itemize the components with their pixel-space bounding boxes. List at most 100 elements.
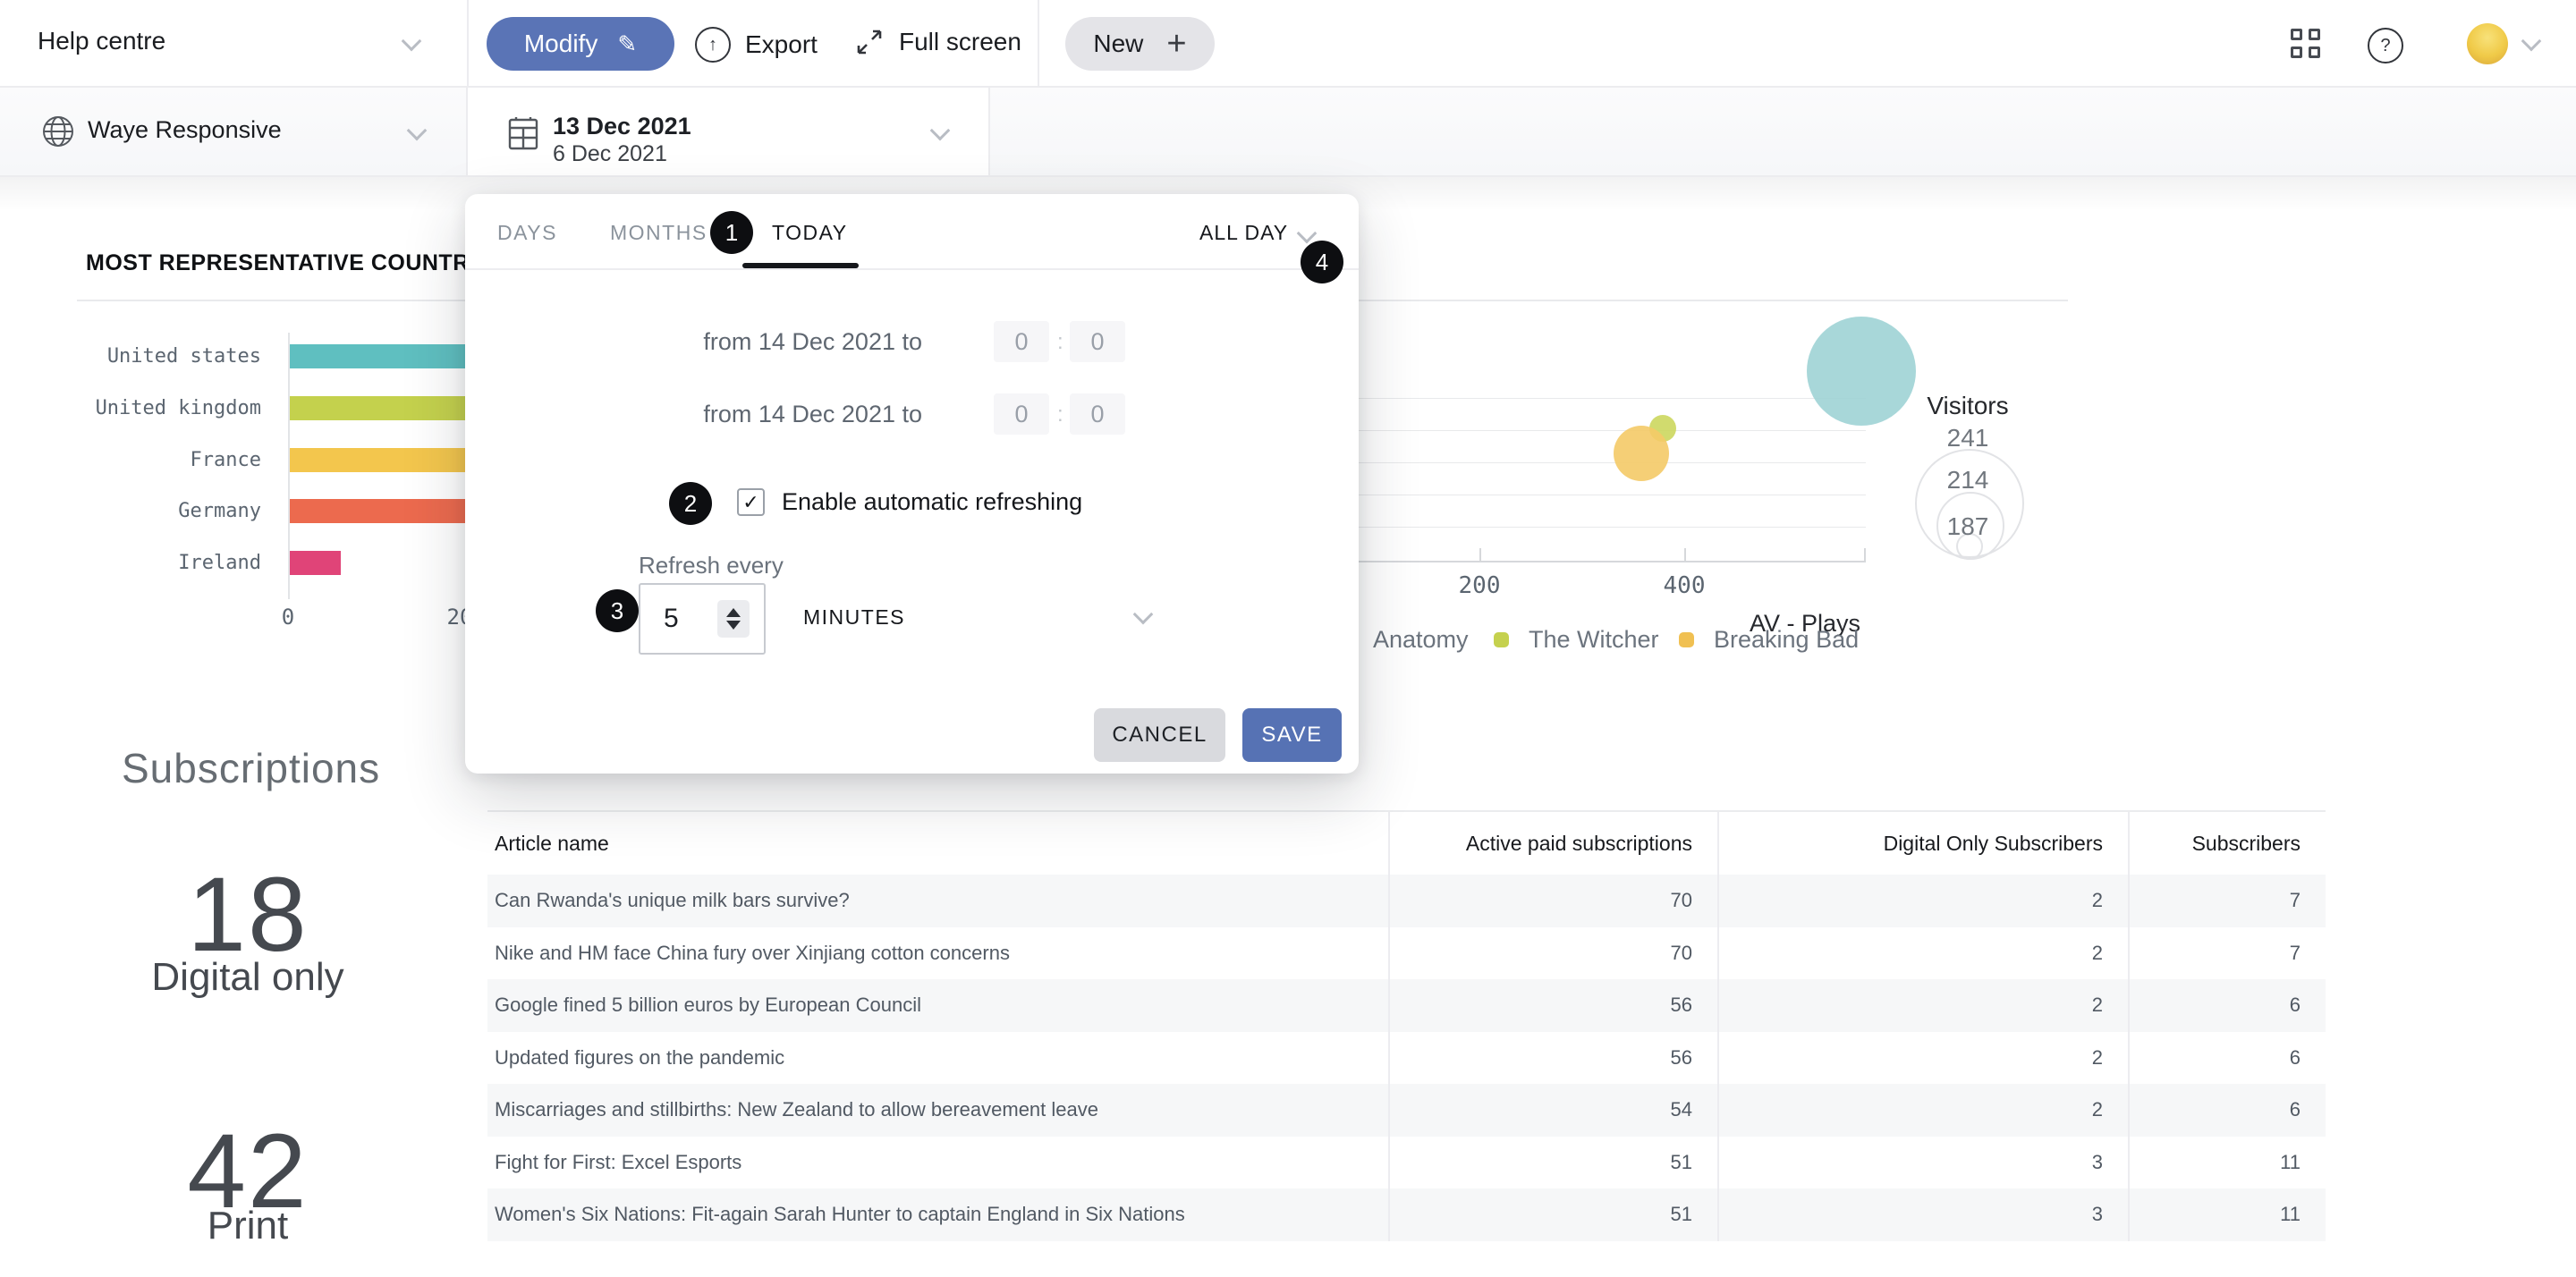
refresh-unit-select[interactable]: MINUTES [803, 605, 905, 630]
table-header-row: Article name Active paid subscriptions D… [487, 812, 2326, 875]
date-range-selector[interactable]: 13 Dec 2021 6 Dec 2021 [466, 88, 990, 175]
date-secondary: 6 Dec 2021 [553, 141, 667, 167]
digital-only-cell: 2 [1717, 875, 2128, 927]
time-separator: : [1057, 402, 1063, 427]
active-paid-cell: 56 [1388, 1032, 1717, 1085]
minute-input-1[interactable]: 0 [1070, 321, 1125, 362]
legend-item-breaking-bad[interactable]: Breaking Bad [1679, 626, 1859, 654]
active-paid-cell: 70 [1388, 875, 1717, 927]
new-button[interactable]: New + [1065, 17, 1215, 71]
size-legend-value: 214 [1896, 466, 2039, 495]
tab-today[interactable]: TODAY [772, 221, 848, 245]
country-label: United states [36, 344, 261, 369]
export-button[interactable]: ↑ Export [695, 27, 818, 63]
x-tick-0: 0 [275, 605, 301, 630]
col-header-article-name: Article name [487, 832, 1388, 856]
country-bar [290, 551, 341, 575]
subscribers-cell: 11 [2128, 1137, 2326, 1189]
refresh-every-label: Refresh every [639, 552, 784, 579]
article-name-cell: Can Rwanda's unique milk bars survive? [487, 889, 1388, 912]
active-paid-cell: 54 [1388, 1084, 1717, 1137]
x-tick-200: 200 [1435, 572, 1524, 599]
all-day-select[interactable]: ALL DAY [1199, 221, 1288, 245]
col-header-digital-only: Digital Only Subscribers [1717, 812, 2128, 875]
auto-refresh-label: Enable automatic refreshing [782, 488, 1082, 516]
subscribers-cell: 6 [2128, 1084, 2326, 1137]
help-icon[interactable]: ? [2368, 28, 2403, 63]
print-label: Print [87, 1204, 409, 1248]
legend-item-the-witcher[interactable]: The Witcher [1494, 626, 1659, 654]
active-paid-cell: 51 [1388, 1188, 1717, 1241]
axis-tick [1684, 548, 1686, 561]
minute-input-2[interactable]: 0 [1070, 393, 1125, 435]
divider [1038, 0, 1039, 86]
annotation-badge-4: 4 [1301, 241, 1343, 283]
auto-refresh-checkbox[interactable]: ✓ [737, 488, 765, 516]
export-label: Export [745, 30, 818, 59]
active-paid-cell: 70 [1388, 927, 1717, 980]
chevron-down-icon[interactable] [402, 31, 422, 52]
help-centre-label: Help centre [38, 27, 165, 55]
legend-swatch [1679, 632, 1694, 647]
from-to-label-2: from 14 Dec 2021 to [654, 401, 922, 428]
plus-icon: + [1166, 25, 1186, 63]
modify-button[interactable]: Modify ✎ [487, 17, 674, 71]
axis-tick [1864, 548, 1866, 561]
country-label: United kingdom [36, 396, 261, 421]
date-primary: 13 Dec 2021 [553, 113, 691, 140]
table-row: Fight for First: Excel Esports51311 [487, 1137, 2326, 1189]
from-to-label-1: from 14 Dec 2021 to [654, 328, 922, 356]
chevron-down-icon[interactable] [1297, 224, 1318, 244]
col-header-subscribers: Subscribers [2128, 812, 2326, 875]
full-screen-label: Full screen [899, 28, 1021, 56]
digital-only-cell: 2 [1717, 1084, 2128, 1137]
legend-label: Anatomy [1373, 626, 1469, 654]
divider [467, 0, 469, 86]
pencil-icon: ✎ [617, 30, 637, 58]
site-selector[interactable]: Waye Responsive [88, 116, 282, 144]
table-row: Nike and HM face China fury over Xinjian… [487, 927, 2326, 980]
tab-months[interactable]: MONTHS [610, 221, 708, 245]
country-label: Germany [36, 499, 261, 524]
article-name-cell: Updated figures on the pandemic [487, 1046, 1388, 1070]
articles-table: Article name Active paid subscriptions D… [487, 810, 2326, 1241]
top-bar: Help centre Modify ✎ ↑ Export Full scree… [0, 0, 2576, 88]
stepper-up-icon[interactable] [726, 608, 741, 617]
divider [465, 268, 1359, 270]
hour-input-1[interactable]: 0 [994, 321, 1049, 362]
save-button[interactable]: SAVE [1242, 708, 1342, 762]
tab-days[interactable]: DAYS [497, 221, 557, 245]
article-name-cell: Miscarriages and stillbirths: New Zealan… [487, 1098, 1388, 1121]
gridline [1279, 430, 1866, 431]
chevron-down-icon[interactable] [407, 121, 428, 141]
cancel-button[interactable]: CANCEL [1094, 708, 1225, 762]
article-name-cell: Fight for First: Excel Esports [487, 1151, 1388, 1174]
chevron-down-icon[interactable] [930, 121, 951, 141]
table-row: Updated figures on the pandemic5626 [487, 1032, 2326, 1085]
gridline [1279, 527, 1866, 528]
date-settings-dialog: DAYS MONTHS TODAY ALL DAY from 14 Dec 20… [465, 194, 1359, 774]
chevron-down-icon[interactable] [1133, 605, 1154, 625]
help-centre-menu[interactable]: Help centre [38, 27, 165, 55]
gridline [1279, 398, 1866, 399]
subscribers-cell: 7 [2128, 875, 2326, 927]
hour-input-2[interactable]: 0 [994, 393, 1049, 435]
digital-only-cell: 3 [1717, 1137, 2128, 1189]
table-row: Miscarriages and stillbirths: New Zealan… [487, 1084, 2326, 1137]
digital-only-cell: 3 [1717, 1188, 2128, 1241]
avatar[interactable] [2467, 23, 2508, 64]
apps-grid-icon[interactable] [2291, 29, 2321, 59]
size-legend-value: 187 [1896, 512, 2039, 541]
country-label: Ireland [36, 551, 261, 576]
upload-icon: ↑ [695, 27, 731, 63]
modify-label: Modify [524, 30, 597, 58]
subscribers-cell: 6 [2128, 1032, 2326, 1085]
stepper-down-icon[interactable] [726, 621, 741, 630]
chevron-down-icon[interactable] [2521, 31, 2542, 52]
subscribers-cell: 11 [2128, 1188, 2326, 1241]
new-label: New [1093, 30, 1143, 58]
annotation-badge-3: 3 [596, 589, 639, 632]
number-stepper[interactable] [717, 600, 750, 638]
subscriptions-title: Subscriptions [122, 744, 380, 792]
full-screen-button[interactable]: Full screen [854, 27, 1021, 57]
